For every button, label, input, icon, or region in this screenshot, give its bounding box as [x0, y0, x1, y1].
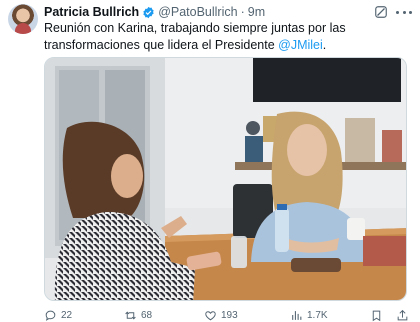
- grok-icon[interactable]: [374, 5, 388, 19]
- views-count: 1.7K: [307, 309, 328, 321]
- timestamp[interactable]: 9m: [248, 5, 265, 19]
- reply-button[interactable]: 22: [44, 308, 72, 322]
- like-count: 193: [221, 309, 238, 321]
- bookmark-button[interactable]: [370, 308, 383, 322]
- repost-button[interactable]: 68: [124, 308, 152, 322]
- more-icon[interactable]: [396, 5, 412, 19]
- bookmark-icon: [372, 310, 381, 321]
- verified-badge-icon: [142, 6, 155, 19]
- separator-dot: ·: [240, 5, 245, 19]
- like-button[interactable]: 193: [204, 308, 238, 322]
- author-name[interactable]: Patricia Bullrich: [44, 5, 139, 19]
- reply-count: 22: [61, 309, 73, 321]
- repost-icon: [125, 311, 136, 319]
- author-handle[interactable]: @PatoBullrich: [158, 5, 237, 19]
- avatar[interactable]: [8, 4, 38, 34]
- like-icon: [205, 310, 216, 320]
- tweet-end: .: [322, 38, 327, 52]
- share-button[interactable]: [396, 308, 409, 322]
- views-icon: [292, 310, 302, 320]
- tweet-text: Reunión con Karina, trabajando siempre j…: [44, 20, 414, 54]
- reply-icon: [45, 310, 56, 321]
- tweet-photo[interactable]: [44, 57, 407, 301]
- action-bar: 22 68 193 1.7K: [44, 308, 414, 322]
- repost-count: 68: [141, 309, 153, 321]
- views-button[interactable]: 1.7K: [290, 308, 328, 322]
- share-icon: [397, 309, 408, 320]
- mention-link[interactable]: @JMilei: [278, 38, 323, 52]
- tweet-header: Patricia Bullrich @PatoBullrich · 9m: [44, 4, 265, 20]
